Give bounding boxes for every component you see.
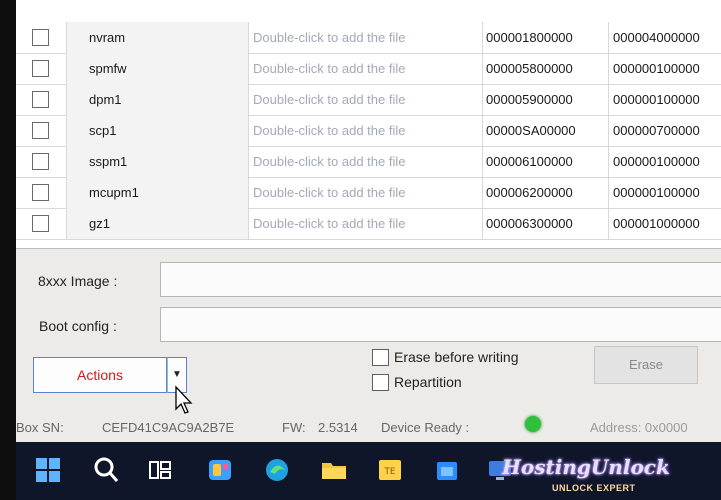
box-sn-label: Box SN: bbox=[16, 420, 64, 435]
row-checkbox-box[interactable] bbox=[32, 184, 49, 201]
table-row[interactable]: dpm1 Double-click to add the file 00000590… bbox=[16, 84, 721, 116]
partition-name: sspm1 bbox=[66, 146, 248, 177]
table-row[interactable]: spmfw Double-click to add the file 0000058… bbox=[16, 53, 721, 85]
row-checkbox-box[interactable] bbox=[32, 29, 49, 46]
firmware-value: 2.5314 bbox=[318, 420, 358, 435]
svg-text:TE: TE bbox=[383, 467, 395, 477]
repartition-label: Repartition bbox=[394, 374, 462, 390]
firmware-label: FW: bbox=[282, 420, 306, 435]
erase-before-writing-label: Erase before writing bbox=[394, 349, 519, 365]
row-checkbox-box[interactable] bbox=[32, 60, 49, 77]
row-checkbox bbox=[16, 53, 66, 84]
end-address: 000004000000 bbox=[608, 22, 721, 53]
partition-name: gz1 bbox=[66, 208, 248, 239]
search-icon[interactable] bbox=[90, 454, 122, 486]
task-view-icon[interactable] bbox=[144, 454, 176, 486]
partition-name: scp1 bbox=[66, 115, 248, 146]
file-location[interactable]: Double-click to add the file bbox=[248, 84, 482, 115]
end-address: 000000100000 bbox=[608, 53, 721, 84]
row-checkbox-box[interactable] bbox=[32, 215, 49, 232]
row-checkbox bbox=[16, 84, 66, 115]
table-row[interactable]: gz1 Double-click to add the file 000006300… bbox=[16, 208, 721, 240]
end-address: 000001000000 bbox=[608, 208, 721, 239]
box-sn-value: CEFD41C9AC9A2B7E bbox=[102, 420, 235, 435]
partition-name: mcupm1 bbox=[66, 177, 248, 208]
begin-address: 000005900000 bbox=[482, 84, 608, 115]
erase-before-writing-checkbox[interactable] bbox=[372, 349, 389, 366]
file-location[interactable]: Double-click to add the file bbox=[248, 208, 482, 239]
end-address: 000000100000 bbox=[608, 84, 721, 115]
device-status-text: Device Ready : bbox=[381, 420, 470, 435]
windows-start-icon[interactable] bbox=[32, 454, 64, 486]
end-address: 000000100000 bbox=[608, 146, 721, 177]
begin-address: 000005800000 bbox=[482, 53, 608, 84]
device-ready-indicator bbox=[525, 416, 541, 432]
store-icon[interactable] bbox=[431, 454, 463, 486]
edge-browser-icon[interactable] bbox=[261, 454, 293, 486]
file-location[interactable]: Double-click to add the file bbox=[248, 177, 482, 208]
mouse-pointer-icon bbox=[175, 385, 193, 414]
address-label: Address: 0x0000 bbox=[590, 420, 688, 435]
partition-name: spmfw bbox=[66, 53, 248, 84]
begin-address: 000006300000 bbox=[482, 208, 608, 239]
file-location[interactable]: Double-click to add the file bbox=[248, 22, 482, 53]
boot-config-input[interactable] bbox=[160, 307, 721, 342]
row-checkbox bbox=[16, 22, 66, 53]
row-checkbox bbox=[16, 115, 66, 146]
begin-address: 00000SA00000 bbox=[482, 115, 608, 146]
widgets-icon[interactable] bbox=[204, 454, 236, 486]
file-explorer-icon[interactable] bbox=[318, 454, 350, 486]
row-checkbox-box[interactable] bbox=[32, 122, 49, 139]
flash-tool-window: nvram Double-click to add the file 0000018… bbox=[16, 0, 721, 442]
partition-name: dpm1 bbox=[66, 84, 248, 115]
partition-name: nvram bbox=[66, 22, 248, 53]
file-location[interactable]: Double-click to add the file bbox=[248, 146, 482, 177]
image-label: 8xxx Image : bbox=[38, 273, 118, 289]
row-checkbox-box[interactable] bbox=[32, 91, 49, 108]
table-row[interactable]: nvram Double-click to add the file 0000018… bbox=[16, 22, 721, 54]
begin-address: 000001800000 bbox=[482, 22, 608, 53]
row-checkbox bbox=[16, 208, 66, 239]
boot-config-label: Boot config : bbox=[39, 318, 117, 334]
table-row[interactable]: mcupm1 Double-click to add the file 000006… bbox=[16, 177, 721, 209]
row-checkbox-box[interactable] bbox=[32, 153, 49, 170]
partition-table: nvram Double-click to add the file 0000018… bbox=[16, 0, 721, 249]
row-checkbox bbox=[16, 146, 66, 177]
begin-address: 000006100000 bbox=[482, 146, 608, 177]
end-address: 000000700000 bbox=[608, 115, 721, 146]
image-path-input[interactable] bbox=[160, 262, 721, 297]
watermark-tagline: UNLOCK EXPERT bbox=[552, 483, 636, 493]
end-address: 000000100000 bbox=[608, 177, 721, 208]
table-row[interactable]: sspm1 Double-click to add the file 0000061… bbox=[16, 146, 721, 178]
erase-button[interactable]: Erase bbox=[594, 346, 698, 384]
row-checkbox bbox=[16, 177, 66, 208]
file-location[interactable]: Double-click to add the file bbox=[248, 115, 482, 146]
tool-app-icon[interactable]: TE bbox=[374, 454, 406, 486]
begin-address: 000006200000 bbox=[482, 177, 608, 208]
file-location[interactable]: Double-click to add the file bbox=[248, 53, 482, 84]
repartition-checkbox[interactable] bbox=[372, 374, 389, 391]
hostingunlock-watermark: HostingUnlock bbox=[502, 455, 670, 479]
actions-button[interactable]: Actions bbox=[33, 357, 167, 393]
table-row[interactable]: scp1 Double-click to add the file 00000SA0… bbox=[16, 115, 721, 147]
